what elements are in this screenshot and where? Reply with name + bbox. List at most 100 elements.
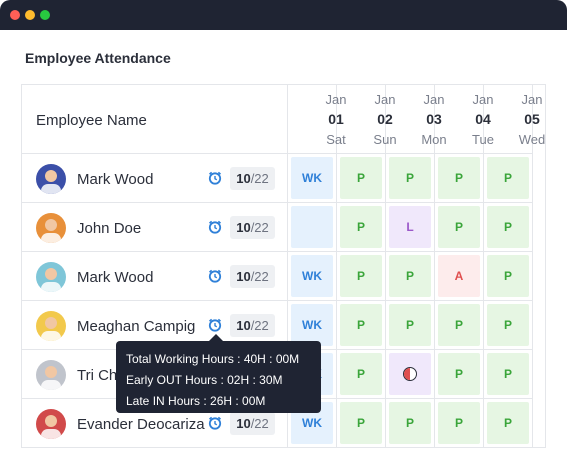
total-days: /22: [250, 171, 269, 186]
attendance-status: P: [438, 206, 480, 248]
avatar: [36, 262, 66, 292]
total-days: /22: [250, 269, 269, 284]
attendance-status: P: [340, 255, 382, 297]
attendance-cell[interactable]: P: [484, 154, 533, 203]
tooltip-early-out: Early OUT Hours : 02H : 30M: [126, 373, 283, 387]
attendance-status: [291, 206, 333, 248]
attendance-cell[interactable]: A: [435, 252, 484, 301]
page-title: Employee Attendance: [25, 50, 171, 66]
present-days: 10: [236, 269, 251, 284]
attendance-cell[interactable]: WK: [288, 154, 337, 203]
attendance-cell[interactable]: P: [484, 301, 533, 350]
close-window-button[interactable]: [10, 10, 20, 20]
tooltip-total-hours: Total Working Hours : 40H : 00M: [126, 352, 300, 366]
attendance-cell[interactable]: P: [435, 399, 484, 448]
attendance-cell[interactable]: P: [484, 252, 533, 301]
attendance-status: P: [487, 206, 529, 248]
avatar: [36, 409, 66, 439]
attendance-status: WK: [291, 304, 333, 346]
attendance-cell[interactable]: P: [435, 350, 484, 399]
attendance-cell[interactable]: P: [337, 252, 386, 301]
attendance-cell[interactable]: P: [484, 203, 533, 252]
alarm-clock-icon[interactable]: [208, 318, 222, 332]
avatar: [36, 360, 66, 390]
table-row[interactable]: John Doe 10/22: [22, 203, 288, 252]
alarm-clock-icon[interactable]: [208, 220, 222, 234]
attendance-status: P: [438, 304, 480, 346]
attendance-cell[interactable]: WK: [288, 252, 337, 301]
attendance-status: P: [487, 304, 529, 346]
employee-name-header: Employee Name: [22, 85, 288, 154]
present-days: 10: [236, 416, 251, 431]
attendance-cell[interactable]: P: [386, 301, 435, 350]
attendance-status: P: [438, 353, 480, 395]
attendance-cell[interactable]: P: [337, 203, 386, 252]
attendance-status: P: [438, 402, 480, 444]
attendance-status: P: [340, 402, 382, 444]
scroll-gutter: [533, 85, 546, 447]
attendance-cell[interactable]: [288, 203, 337, 252]
attendance-status: P: [487, 157, 529, 199]
day-header-weekday: Wed: [518, 132, 546, 147]
attendance-cell[interactable]: P: [435, 301, 484, 350]
minimize-window-button[interactable]: [25, 10, 35, 20]
attendance-status: P: [340, 206, 382, 248]
employee-name-header-label: Employee Name: [36, 112, 147, 129]
attendance-cell[interactable]: P: [435, 203, 484, 252]
attendance-count-badge: 10/22: [230, 412, 275, 435]
attendance-cell[interactable]: P: [337, 301, 386, 350]
attendance-count-badge: 10/22: [230, 314, 275, 337]
attendance-status: WK: [291, 255, 333, 297]
attendance-cell[interactable]: P: [337, 399, 386, 448]
attendance-count-badge: 10/22: [230, 265, 275, 288]
total-days: /22: [250, 220, 269, 235]
employee-name: John Doe: [77, 220, 142, 237]
day-header: Jan 04 Tue: [435, 85, 494, 154]
total-days: /22: [250, 416, 269, 431]
attendance-cell[interactable]: L: [386, 203, 435, 252]
present-days: 10: [236, 318, 251, 333]
attendance-cell[interactable]: P: [435, 154, 484, 203]
table-row[interactable]: Mark Wood 10/22: [22, 252, 288, 301]
alarm-clock-icon[interactable]: [208, 416, 222, 430]
attendance-status: P: [340, 157, 382, 199]
day-header-month: Jan: [521, 92, 543, 107]
hours-tooltip: Total Working Hours : 40H : 00M Early OU…: [116, 334, 321, 413]
avatar: [36, 311, 66, 341]
maximize-window-button[interactable]: [40, 10, 50, 20]
attendance-status: P: [389, 402, 431, 444]
alarm-clock-icon[interactable]: [208, 269, 222, 283]
alarm-clock-icon[interactable]: [208, 171, 222, 185]
attendance-status: [389, 353, 431, 395]
title-bar: [0, 0, 567, 30]
attendance-status: P: [487, 255, 529, 297]
table-row[interactable]: Mark Wood 10/22: [22, 154, 288, 203]
attendance-status: A: [438, 255, 480, 297]
attendance-status: P: [487, 402, 529, 444]
app-window: Employee Attendance Employee Name Jan 01…: [0, 0, 567, 471]
employee-name: Tri Chi: [77, 367, 121, 384]
total-days: /22: [250, 318, 269, 333]
day-header: Jan 02 Sun: [337, 85, 397, 154]
attendance-status: P: [438, 157, 480, 199]
half-day-icon: [403, 367, 417, 381]
attendance-cell[interactable]: P: [337, 154, 386, 203]
avatar: [36, 164, 66, 194]
employee-name: Evander Deocariza: [77, 416, 205, 433]
attendance-cell[interactable]: P: [386, 399, 435, 448]
attendance-cell[interactable]: P: [484, 350, 533, 399]
attendance-status: L: [389, 206, 431, 248]
attendance-status: WK: [291, 157, 333, 199]
attendance-status: P: [389, 255, 431, 297]
attendance-cell[interactable]: P: [386, 154, 435, 203]
attendance-cell[interactable]: P: [386, 252, 435, 301]
attendance-cell[interactable]: P: [484, 399, 533, 448]
employee-name: Mark Wood: [77, 171, 154, 188]
attendance-status: P: [389, 304, 431, 346]
avatar: [36, 213, 66, 243]
attendance-status: P: [340, 304, 382, 346]
attendance-status: P: [389, 157, 431, 199]
attendance-cell[interactable]: P: [337, 350, 386, 399]
employee-name: Meaghan Campig: [77, 318, 196, 335]
attendance-cell[interactable]: [386, 350, 435, 399]
